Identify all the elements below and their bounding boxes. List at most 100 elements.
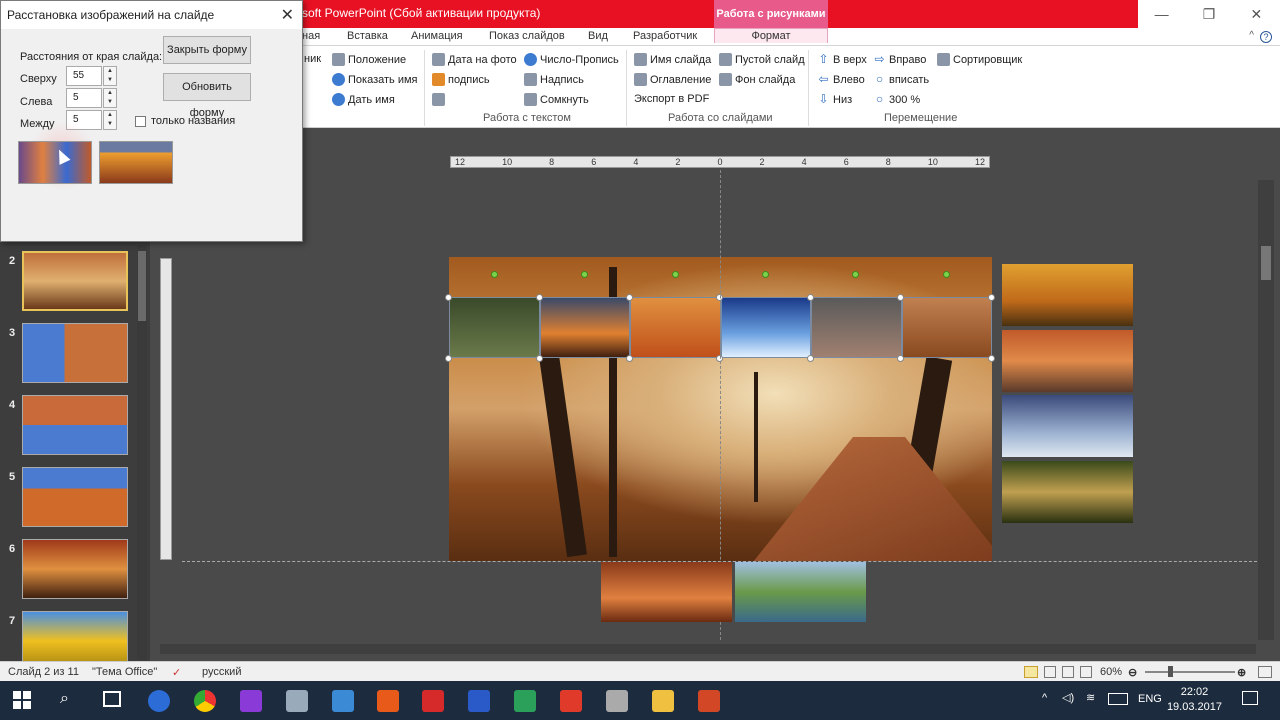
clapper-icon[interactable] <box>606 690 628 712</box>
offslide-image[interactable] <box>601 562 732 622</box>
notifications-icon[interactable] <box>1242 691 1258 705</box>
close-icon[interactable]: ✕ <box>1233 0 1280 28</box>
tab-developer[interactable]: Разработчик <box>633 30 697 42</box>
slide-pane-scrollbar[interactable] <box>137 245 147 660</box>
left-input[interactable]: 5 <box>66 88 102 108</box>
caption-button[interactable]: подпись <box>432 73 490 86</box>
rotate-handle[interactable] <box>581 271 588 278</box>
task-view-icon[interactable] <box>103 691 121 707</box>
rotate-handle[interactable] <box>943 271 950 278</box>
ribbon-btn-label-partial[interactable]: ник <box>304 53 321 65</box>
offslide-image[interactable] <box>1002 461 1133 523</box>
dialog-close-icon[interactable]: ✕ <box>281 5 294 25</box>
wifi-icon[interactable]: ≋ <box>1086 691 1095 704</box>
top-input[interactable]: 55 <box>66 66 102 86</box>
tab-format[interactable]: Формат <box>714 28 828 43</box>
move-left-button[interactable]: ⇦ Влево <box>817 73 864 86</box>
clock[interactable]: 22:02 19.03.2017 <box>1167 685 1222 715</box>
folder-icon[interactable] <box>652 690 674 712</box>
selection-handle[interactable] <box>626 355 633 362</box>
app-icon[interactable] <box>148 690 170 712</box>
slide-background-button[interactable]: Фон слайда <box>719 73 795 86</box>
zoom-slider-knob[interactable] <box>1168 666 1173 677</box>
strip-image[interactable] <box>901 297 992 358</box>
restore-icon[interactable]: ❐ <box>1185 0 1232 28</box>
export-pdf-button[interactable]: Экспорт в PDF <box>634 93 709 105</box>
selection-handle[interactable] <box>897 355 904 362</box>
app-icon[interactable] <box>286 690 308 712</box>
strip-image[interactable] <box>539 297 630 358</box>
app-icon[interactable] <box>240 690 262 712</box>
strip-image[interactable] <box>630 297 721 358</box>
strip-image[interactable] <box>449 297 540 358</box>
left-spinner[interactable]: ▲ ▼ <box>103 88 117 108</box>
scroll-thumb[interactable] <box>138 251 146 321</box>
zoom-level[interactable]: 60% <box>1100 666 1122 678</box>
names-only-checkbox[interactable] <box>135 116 146 127</box>
strip-image[interactable] <box>811 297 902 358</box>
top-spinner[interactable]: ▲ ▼ <box>103 66 117 86</box>
tab-slideshow[interactable]: Показ слайдов <box>489 30 565 42</box>
selection-handle[interactable] <box>445 355 452 362</box>
offslide-image[interactable] <box>1002 330 1133 392</box>
zoom-slider[interactable] <box>1145 671 1235 673</box>
give-name-button[interactable]: Дать имя <box>332 93 395 106</box>
rotate-handle[interactable] <box>672 271 679 278</box>
sorter-view-icon[interactable] <box>1044 666 1056 678</box>
position-button[interactable]: Положение <box>332 53 406 66</box>
strip-image[interactable] <box>720 297 811 358</box>
offslide-image[interactable] <box>1002 395 1133 457</box>
volume-icon[interactable]: ◁) <box>1062 691 1074 704</box>
photo-date-button[interactable]: Дата на фото <box>432 53 517 66</box>
normal-view-icon[interactable] <box>1024 666 1038 678</box>
tab-view[interactable]: Вид <box>588 30 608 42</box>
fit-button[interactable]: ○ вписать <box>873 73 929 86</box>
contents-button[interactable]: Оглавление <box>634 73 711 86</box>
selection-handle[interactable] <box>988 355 995 362</box>
collapse-button[interactable]: Сомкнуть <box>524 93 589 106</box>
selection-handle[interactable] <box>807 294 814 301</box>
slide-thumb[interactable] <box>22 539 128 599</box>
zoom-in-icon[interactable]: ⊕ <box>1237 666 1246 679</box>
input-language[interactable]: ENG <box>1138 693 1162 705</box>
scroll-thumb[interactable] <box>1261 246 1271 280</box>
selection-handle[interactable] <box>626 294 633 301</box>
powerpoint-icon[interactable] <box>698 690 720 712</box>
canvas-horizontal-scrollbar[interactable] <box>160 644 1256 654</box>
selection-handle[interactable] <box>536 355 543 362</box>
language[interactable]: русский <box>202 666 241 678</box>
rotate-handle[interactable] <box>491 271 498 278</box>
windows-start-icon[interactable] <box>13 691 31 709</box>
layout-grid-option[interactable] <box>18 141 92 184</box>
offslide-image[interactable] <box>1002 264 1133 326</box>
label-button[interactable]: Надпись <box>524 73 584 86</box>
app-icon[interactable] <box>560 690 582 712</box>
tab-insert[interactable]: Вставка <box>347 30 388 42</box>
move-down-button[interactable]: ⇩ Низ <box>817 93 852 106</box>
layout-strip-option[interactable] <box>99 141 173 184</box>
slide-thumb[interactable] <box>22 251 128 311</box>
number-words-button[interactable]: Число-Пропись <box>524 53 619 66</box>
media-player-icon[interactable] <box>377 690 399 712</box>
tab-animation[interactable]: Анимация <box>411 30 463 42</box>
offslide-image[interactable] <box>735 562 866 622</box>
tab-home[interactable]: ная <box>302 30 320 42</box>
show-name-button[interactable]: Показать имя <box>332 73 417 86</box>
collapse-ribbon-icon[interactable]: ^ <box>1249 30 1254 41</box>
move-right-button[interactable]: ⇨ Вправо <box>873 53 926 66</box>
zoom-out-icon[interactable]: ⊖ <box>1128 666 1137 679</box>
slide-name-button[interactable]: Имя слайда <box>634 53 711 66</box>
slideshow-view-icon[interactable] <box>1080 666 1092 678</box>
fit-slide-icon[interactable] <box>1258 666 1272 678</box>
selection-handle[interactable] <box>988 294 995 301</box>
reading-view-icon[interactable] <box>1062 666 1074 678</box>
slide-thumb[interactable] <box>22 467 128 527</box>
app-icon[interactable] <box>332 690 354 712</box>
refresh-form-button[interactable]: Обновить форму <box>163 73 251 119</box>
yandex-icon[interactable] <box>422 690 444 712</box>
chrome-icon[interactable] <box>194 690 216 712</box>
app-icon[interactable] <box>514 690 536 712</box>
search-icon[interactable]: ⌕ <box>60 690 69 708</box>
rotate-handle[interactable] <box>762 271 769 278</box>
zoom-300-button[interactable]: ○ 300 % <box>873 93 920 106</box>
